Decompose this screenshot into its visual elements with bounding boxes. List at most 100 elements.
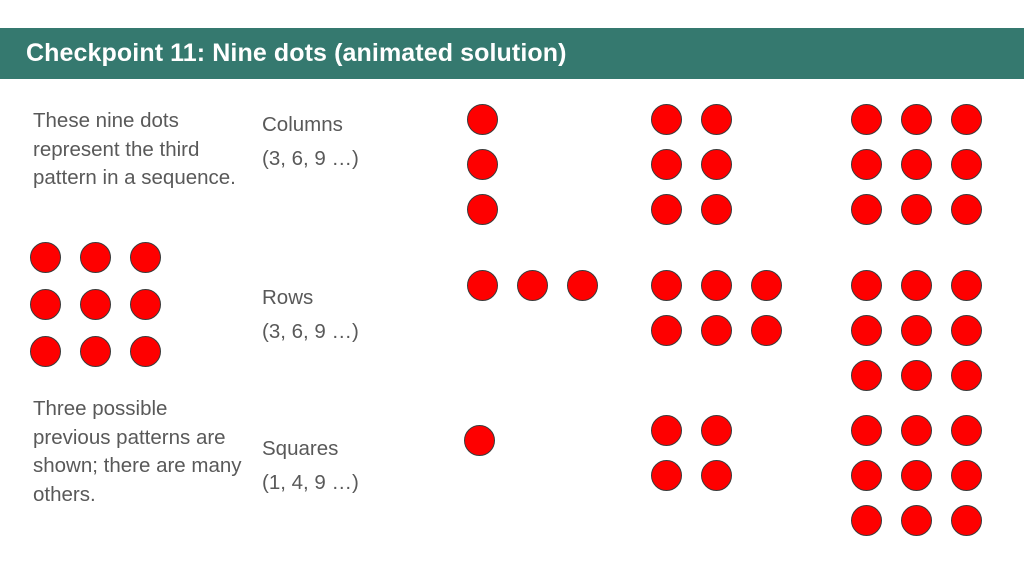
dot-cell (651, 308, 701, 353)
dot-cell (951, 308, 1001, 353)
red-dot-icon (467, 149, 498, 180)
dot-cell (951, 97, 1001, 142)
red-dot-icon (701, 270, 732, 301)
dot-cell (851, 187, 901, 232)
red-dot-icon (951, 460, 982, 491)
dot-cell (951, 263, 1001, 308)
dot-cell (951, 498, 1001, 543)
red-dot-icon (951, 315, 982, 346)
red-dot-icon (901, 505, 932, 536)
rows-pattern-step-1 (467, 263, 617, 308)
dot-row (651, 142, 751, 187)
red-dot-icon (751, 315, 782, 346)
red-dot-icon (951, 149, 982, 180)
red-dot-icon (30, 336, 61, 367)
dot-cell (517, 263, 567, 308)
red-dot-icon (467, 270, 498, 301)
dot-row (30, 328, 180, 375)
red-dot-icon (901, 360, 932, 391)
dot-cell (467, 263, 517, 308)
red-dot-icon (951, 360, 982, 391)
dot-row (651, 308, 801, 353)
red-dot-icon (851, 415, 882, 446)
red-dot-icon (651, 104, 682, 135)
red-dot-icon (651, 315, 682, 346)
red-dot-icon (951, 270, 982, 301)
red-dot-icon (80, 242, 111, 273)
dot-row (851, 142, 1001, 187)
columns-pattern-step-3 (851, 97, 1001, 232)
rows-pattern-step-2 (651, 263, 801, 353)
red-dot-icon (851, 270, 882, 301)
red-dot-icon (130, 336, 161, 367)
squares-pattern-step-1 (464, 418, 514, 463)
squares-pattern-step-2 (651, 408, 751, 498)
dot-row (851, 263, 1001, 308)
dot-row (467, 142, 517, 187)
slide-title-banner: Checkpoint 11: Nine dots (animated solut… (0, 28, 1024, 79)
dot-cell (80, 281, 130, 328)
dot-cell (851, 408, 901, 453)
dot-cell (651, 408, 701, 453)
red-dot-icon (901, 460, 932, 491)
dot-row (851, 453, 1001, 498)
red-dot-icon (651, 149, 682, 180)
dot-cell (651, 97, 701, 142)
red-dot-icon (80, 289, 111, 320)
red-dot-icon (30, 289, 61, 320)
red-dot-icon (701, 149, 732, 180)
dot-cell (851, 308, 901, 353)
dot-cell (951, 408, 1001, 453)
dot-cell (851, 97, 901, 142)
red-dot-icon (751, 270, 782, 301)
dot-cell (30, 234, 80, 281)
dot-cell (30, 281, 80, 328)
intro-paragraph: These nine dots represent the third patt… (33, 109, 236, 189)
red-dot-icon (851, 149, 882, 180)
dot-cell (467, 142, 517, 187)
dot-cell (80, 328, 130, 375)
dot-row (651, 453, 751, 498)
dot-cell (130, 328, 180, 375)
dot-cell (851, 263, 901, 308)
squares-pattern-step-3 (851, 408, 1001, 543)
dot-row (651, 97, 751, 142)
red-dot-icon (901, 149, 932, 180)
dot-cell (851, 498, 901, 543)
red-dot-icon (467, 194, 498, 225)
red-dot-icon (901, 104, 932, 135)
dot-row (467, 263, 617, 308)
dot-cell (951, 187, 1001, 232)
dot-row (30, 281, 180, 328)
dot-row (851, 353, 1001, 398)
red-dot-icon (567, 270, 598, 301)
red-dot-icon (701, 415, 732, 446)
dot-row (651, 263, 801, 308)
red-dot-icon (951, 104, 982, 135)
dot-row (464, 418, 514, 463)
pattern-label-rows: Rows (3, 6, 9 …) (262, 286, 359, 343)
dot-cell (701, 308, 751, 353)
dot-row (30, 234, 180, 281)
dot-cell (901, 353, 951, 398)
dot-cell (701, 408, 751, 453)
red-dot-icon (467, 104, 498, 135)
red-dot-icon (851, 104, 882, 135)
dot-cell (901, 187, 951, 232)
dot-cell (901, 498, 951, 543)
dot-cell (130, 281, 180, 328)
dot-cell (701, 142, 751, 187)
dot-row (851, 408, 1001, 453)
dot-cell (901, 142, 951, 187)
pattern-label-squares: Squares (1, 4, 9 …) (262, 437, 359, 494)
red-dot-icon (851, 360, 882, 391)
columns-pattern-step-2 (651, 97, 751, 232)
red-dot-icon (80, 336, 111, 367)
dot-cell (701, 453, 751, 498)
pattern-label-columns: Columns (3, 6, 9 …) (262, 113, 359, 170)
note-paragraph: Three possible previous patterns are sho… (33, 397, 242, 506)
dot-cell (901, 408, 951, 453)
red-dot-icon (851, 505, 882, 536)
dot-cell (651, 142, 701, 187)
red-dot-icon (901, 315, 932, 346)
